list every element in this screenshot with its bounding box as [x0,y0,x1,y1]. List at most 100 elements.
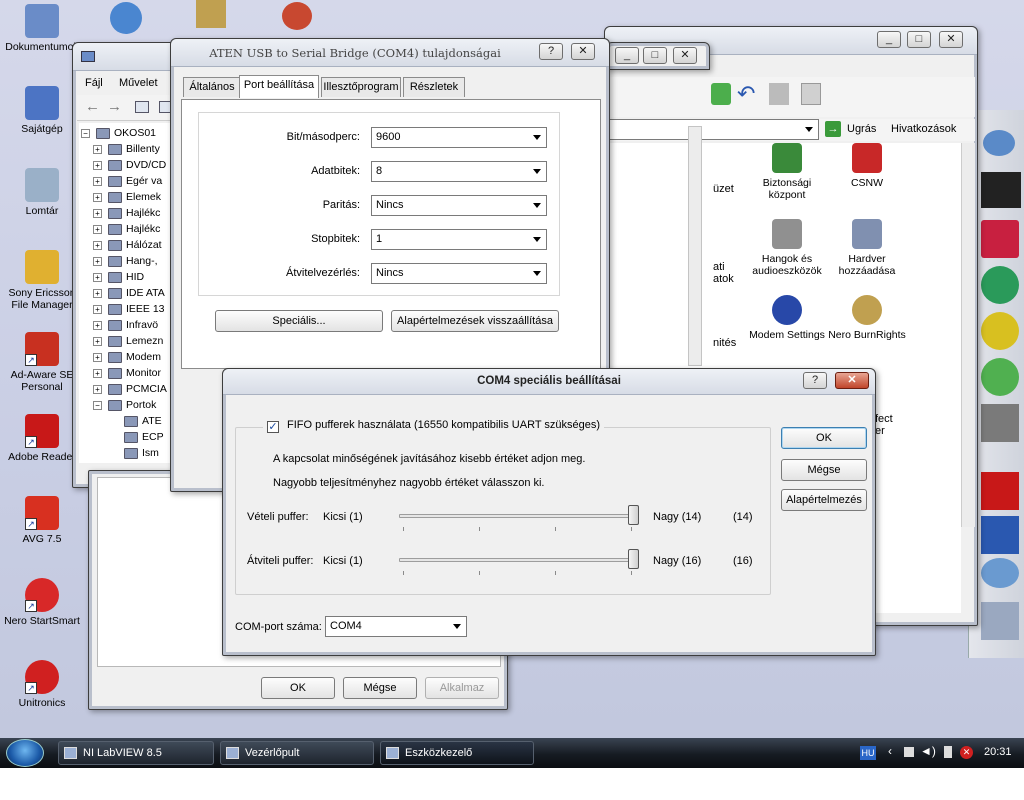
cp-item-modem-settings[interactable]: Modem Settings [745,295,829,341]
menu-action[interactable]: Művelet [119,77,158,89]
network-drive-icon[interactable] [981,602,1019,640]
volume-icon[interactable]: ◄) [920,744,936,758]
swirl-icon[interactable] [981,312,1019,350]
tree-item[interactable]: +Ism [109,445,159,461]
flow-control-select[interactable]: Nincs [371,263,547,284]
cp-item-security[interactable]: Biztonsági központ [745,143,829,201]
tree-item[interactable]: +ATE [109,413,162,429]
ok-button[interactable]: OK [261,677,335,699]
tree-item[interactable]: + Hajlékc [93,205,160,221]
cp-item-nero-burnrights[interactable]: Nero BurnRights [825,295,909,341]
minimize-button[interactable]: _ [877,31,901,48]
word-icon[interactable] [981,516,1019,554]
tools-icon[interactable] [981,404,1019,442]
tray-expand-icon[interactable]: ‹ [888,744,892,758]
tree-item[interactable]: + Lemezn [93,333,163,349]
device-tree[interactable]: − OKOS01 + Billenty + DVD/CD + Egér va + Elemek +… [79,123,175,463]
cp-scrollbar[interactable] [961,143,975,527]
tab-port-settings[interactable]: Port beállítása [239,75,319,98]
address-input[interactable] [609,119,819,140]
disc-icon[interactable] [983,130,1015,156]
tab-driver[interactable]: Illesztőprogram [321,77,401,97]
leaf-icon[interactable] [981,266,1019,304]
copy-icon[interactable] [801,83,821,105]
advanced-cancel-button[interactable]: Mégse [781,459,867,481]
close-button[interactable]: ✕ [835,372,869,389]
maximize-button[interactable]: □ [907,31,931,48]
receive-buffer-thumb[interactable] [628,505,639,525]
apply-button[interactable]: Alkalmaz [425,677,499,699]
language-indicator[interactable]: HU [860,746,876,760]
transmit-buffer-thumb[interactable] [628,549,639,569]
tree-item[interactable]: + Hajlékc [93,221,160,237]
tree-item[interactable]: + Modem [93,349,161,365]
tree-item[interactable]: + Monitor [93,365,161,381]
parity-select[interactable]: Nincs [371,195,547,216]
advanced-dialog[interactable]: COM4 speciális beállításai ? ✕ ✓ FIFO pu… [222,368,876,656]
stop-bits-select[interactable]: 1 [371,229,547,250]
recycle-icon[interactable] [981,558,1019,588]
tree-item[interactable]: + Hálózat [93,237,162,253]
tree-item[interactable]: + Billenty [93,141,160,157]
users-icon[interactable] [981,358,1019,396]
help-button[interactable]: ? [539,43,563,60]
fifo-checkbox[interactable]: ✓ [267,421,279,433]
power-icon[interactable] [944,746,952,758]
floppy-icon[interactable] [981,220,1019,258]
forward-icon[interactable]: → [107,98,122,115]
tree-root[interactable]: − OKOS01 [81,125,156,141]
advanced-titlebar[interactable]: COM4 speciális beállításai ? ✕ [223,369,875,395]
menu-file[interactable]: Fájl [85,77,103,89]
go-icon[interactable]: → [825,121,841,137]
desktop-icon-nero[interactable]: ↗ Nero StartSmart [0,578,84,627]
advanced-ok-button[interactable]: OK [781,427,867,449]
tree-item[interactable]: + Elemek [93,189,161,205]
start-button[interactable] [6,739,44,767]
close-button[interactable]: ✕ [939,31,963,48]
bits-per-second-select[interactable]: 9600 [371,127,547,148]
tree-item[interactable]: + HID [93,269,144,285]
maximize-button[interactable]: □ [643,47,667,64]
desktop-icon-avg[interactable]: ↗ AVG 7.5 [0,496,84,545]
com-port-select[interactable]: COM4 [325,616,467,637]
undo-icon[interactable]: ↶ [737,81,755,107]
tree-item[interactable]: − Portok [93,397,156,413]
desktop-icon-unitronics[interactable]: ↗ Unitronics [0,660,84,709]
pdf-icon[interactable] [981,472,1019,510]
cp-item-add-hardware[interactable]: Hardver hozzáadása [825,219,909,277]
tree-item[interactable]: + IDE ATA [93,285,165,301]
data-bits-select[interactable]: 8 [371,161,547,182]
taskbar-item-labview[interactable]: NI LabVIEW 8.5 [58,741,214,765]
minimize-button[interactable]: _ [615,47,639,64]
tree-item[interactable]: +ECP [109,429,164,445]
scrollbar[interactable] [688,126,702,366]
network-tray-icon[interactable] [904,747,914,757]
back-icon[interactable]: ← [85,98,100,115]
transmit-buffer-slider[interactable] [399,558,639,562]
cancel-button[interactable]: Mégse [343,677,417,699]
tree-item[interactable]: + Infravö [93,317,158,333]
security-alert-icon[interactable]: ✕ [960,746,973,759]
view-icon[interactable] [135,101,149,113]
cp-item-sound[interactable]: Hangok és audioeszközök [745,219,829,277]
restore-defaults-button[interactable]: Alapértelmezések visszaállítása [391,310,559,332]
close-button[interactable]: ✕ [673,47,697,64]
tree-item[interactable]: + DVD/CD [93,157,166,173]
help-button[interactable]: ? [803,372,827,389]
clock[interactable]: 20:31 [984,746,1012,758]
cp-item-csnw[interactable]: CSNW [825,143,909,189]
tab-general[interactable]: Általános [183,77,241,97]
fifo-checkbox-row[interactable]: ✓ FIFO pufferek használata (16550 kompat… [263,419,605,435]
tree-item[interactable]: + IEEE 13 [93,301,165,317]
close-button[interactable]: ✕ [571,43,595,60]
taskbar-item-control-panel[interactable]: Vezérlőpult [220,741,374,765]
move-icon[interactable] [769,83,789,105]
folder-up-icon[interactable] [711,83,731,105]
go-label[interactable]: Ugrás [847,123,876,135]
taskbar-item-device-manager[interactable]: Eszközkezelő [380,741,534,765]
tab-details[interactable]: Részletek [403,77,465,97]
tree-item[interactable]: + PCMCIA [93,381,167,397]
properties-titlebar[interactable]: ATEN USB to Serial Bridge (COM4) tulajdo… [171,39,609,67]
receive-buffer-slider[interactable] [399,514,639,518]
hidden-window[interactable]: _ □ ✕ [606,42,710,70]
